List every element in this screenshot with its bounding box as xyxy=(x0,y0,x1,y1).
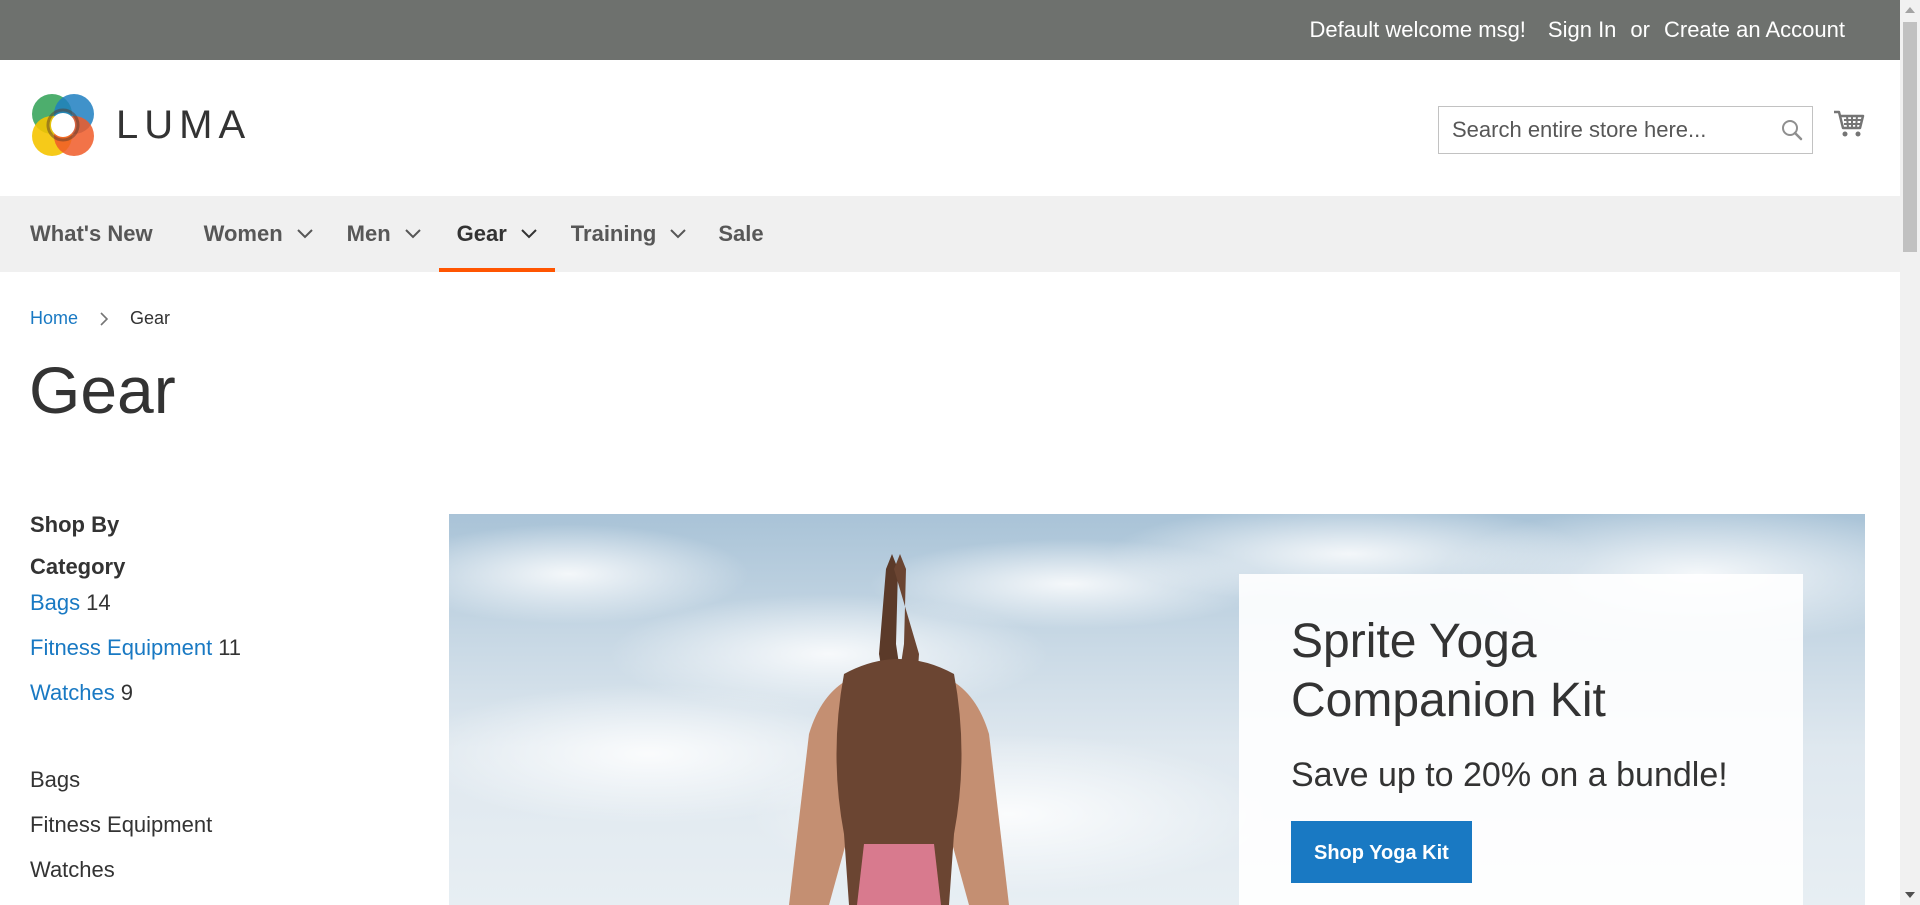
nav-item-label: Women xyxy=(203,221,283,246)
breadcrumb-home-link[interactable]: Home xyxy=(30,308,78,329)
main-nav: What's New Women Men Gear Training Sale xyxy=(0,196,1900,272)
luma-logo-icon xyxy=(32,94,94,156)
category-filter-list: Bags 14 Fitness Equipment 11 Watches 9 xyxy=(30,588,390,723)
subcategory-bags[interactable]: Bags xyxy=(30,765,390,810)
page-scrollbar[interactable] xyxy=(1900,0,1920,905)
nav-item-whats-new[interactable]: What's New xyxy=(30,196,153,272)
list-item: Fitness Equipment 11 xyxy=(30,633,390,678)
list-item: Bags 14 xyxy=(30,588,390,633)
nav-item-sale[interactable]: Sale xyxy=(718,196,763,272)
scroll-down-icon[interactable] xyxy=(1900,885,1920,905)
category-filter-bags[interactable]: Bags xyxy=(30,590,80,615)
category-filter-fitness-equipment[interactable]: Fitness Equipment xyxy=(30,635,212,660)
category-count: 11 xyxy=(218,635,242,660)
nav-item-men[interactable]: Men xyxy=(347,196,421,272)
nav-item-label: Gear xyxy=(456,221,507,246)
nav-item-label: Sale xyxy=(718,221,764,246)
shop-yoga-kit-button[interactable]: Shop Yoga Kit xyxy=(1291,821,1472,883)
category-filter-title: Category xyxy=(30,554,126,579)
chevron-down-icon xyxy=(404,229,421,239)
scroll-up-icon[interactable] xyxy=(1900,0,1920,20)
logo[interactable]: LUMA xyxy=(30,92,251,158)
page: Default welcome msg! Sign In or Create a… xyxy=(0,0,1900,905)
shop-by-title: Shop By xyxy=(30,512,120,537)
hero-banner[interactable]: Sprite Yoga Companion Kit Save up to 20%… xyxy=(449,514,1865,905)
cart-icon[interactable] xyxy=(1832,106,1866,140)
search-input[interactable] xyxy=(1439,107,1772,153)
nav-item-women[interactable]: Women xyxy=(204,196,313,272)
subcategory-fitness-equipment[interactable]: Fitness Equipment xyxy=(30,810,390,855)
category-count: 14 xyxy=(86,590,111,615)
chevron-down-icon xyxy=(521,229,537,239)
breadcrumb-current: Gear xyxy=(130,308,171,328)
list-item: Watches 9 xyxy=(30,678,390,723)
welcome-message: Default welcome msg! xyxy=(1309,17,1526,42)
header: LUMA xyxy=(0,60,1900,196)
hero-title: Sprite Yoga Companion Kit xyxy=(1291,615,1606,727)
sidebar: Shop By Category Bags 14 Fitness Equipmen… xyxy=(30,512,390,900)
subcategory-list: Bags Fitness Equipment Watches xyxy=(30,765,390,900)
search-icon[interactable] xyxy=(1772,119,1812,141)
page-title: Gear xyxy=(29,353,176,427)
nav-item-label: Training xyxy=(570,221,657,246)
search-box xyxy=(1438,106,1813,154)
nav-item-label: Men xyxy=(346,221,391,246)
logo-text: LUMA xyxy=(116,102,252,147)
chevron-right-icon xyxy=(100,311,109,326)
category-filter-watches[interactable]: Watches xyxy=(30,680,115,705)
subcategory-watches[interactable]: Watches xyxy=(30,855,390,900)
scroll-thumb[interactable] xyxy=(1903,22,1917,252)
nav-item-training[interactable]: Training xyxy=(571,196,687,272)
chevron-down-icon xyxy=(670,229,687,239)
hero-subtitle: Save up to 20% on a bundle! xyxy=(1291,756,1728,794)
hero-promo-card: Sprite Yoga Companion Kit Save up to 20%… xyxy=(1239,574,1803,905)
or-text: or xyxy=(1630,17,1650,42)
sign-in-link[interactable]: Sign In xyxy=(1548,17,1617,42)
top-panel: Default welcome msg! Sign In or Create a… xyxy=(0,0,1900,60)
chevron-down-icon xyxy=(296,229,313,239)
nav-item-label: What's New xyxy=(30,221,153,246)
nav-item-gear[interactable]: Gear xyxy=(438,196,555,272)
create-account-link[interactable]: Create an Account xyxy=(1664,17,1845,43)
breadcrumb: Home Gear xyxy=(30,308,170,329)
category-count: 9 xyxy=(120,680,134,705)
